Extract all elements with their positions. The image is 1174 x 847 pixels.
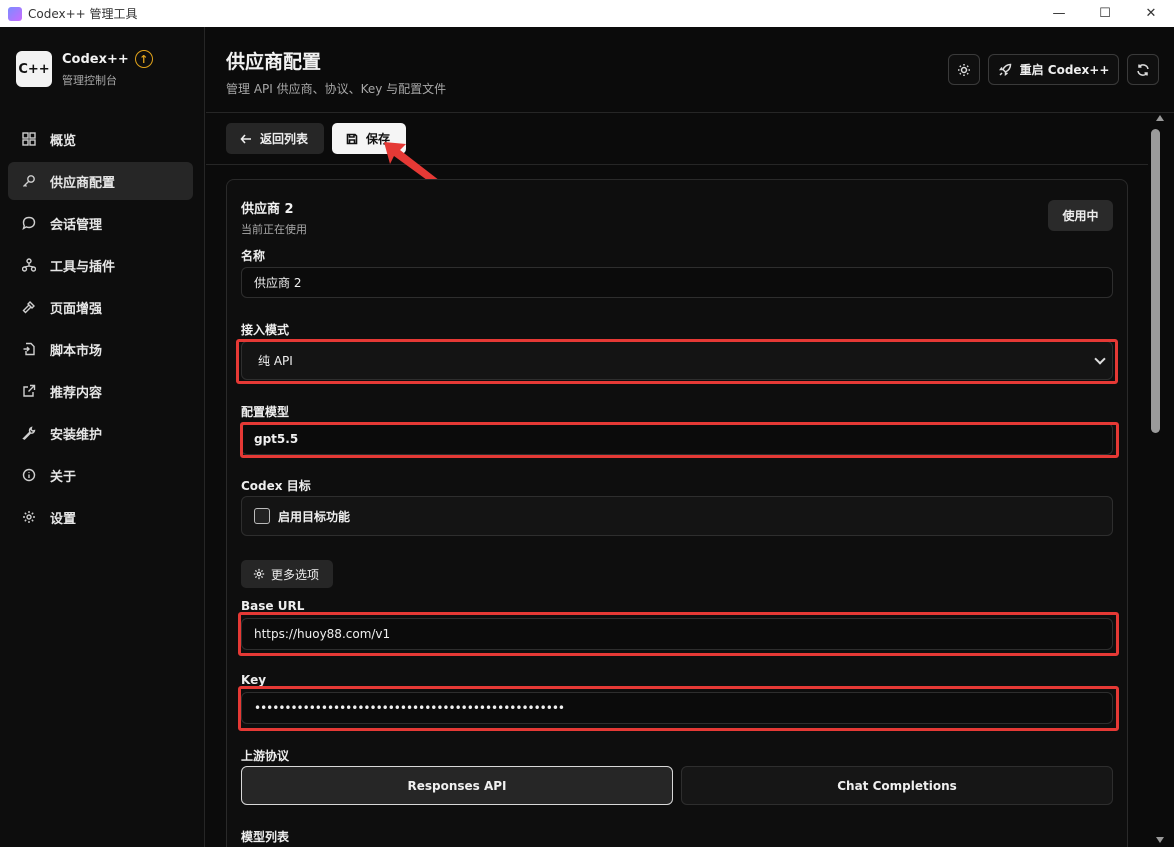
scroll-up-arrow[interactable]	[1156, 115, 1164, 121]
sidebar-nav: 概览 供应商配置 会话管理 工具与插件 页面增强 脚本市场 推荐内容 安装维护	[8, 120, 193, 540]
model-list-label: 模型列表	[241, 830, 290, 844]
chat-icon	[22, 216, 36, 230]
back-button-label: 返回列表	[260, 132, 309, 146]
page-title: 供应商配置	[226, 51, 322, 73]
minimize-button[interactable]: —	[1036, 0, 1082, 27]
codex-target-label: Codex 目标	[241, 479, 311, 493]
sidebar-item-label: 推荐内容	[50, 385, 103, 401]
sidebar-item-sessions[interactable]: 会话管理	[8, 204, 193, 242]
theme-toggle-button[interactable]	[948, 54, 980, 85]
key-icon	[23, 175, 35, 187]
external-link-icon	[23, 384, 36, 397]
brand-text: Codex++ ↑ 管理控制台	[62, 50, 153, 88]
restart-button[interactable]: 重启 Codex++	[988, 54, 1119, 85]
annotation-highlight-base-url	[238, 612, 1119, 656]
sidebar-item-tools-plugins[interactable]: 工具与插件	[8, 246, 193, 284]
hammer-icon	[22, 301, 35, 314]
save-icon	[346, 133, 358, 144]
scroll-down-arrow[interactable]	[1156, 837, 1164, 843]
scrollbar-thumb[interactable]	[1151, 129, 1160, 433]
model-label: 配置模型	[241, 405, 290, 419]
sidebar-item-overview[interactable]: 概览	[8, 120, 193, 158]
base-url-label: Base URL	[241, 599, 305, 613]
key-label: Key	[241, 673, 267, 687]
provider-card: 供应商 2 当前正在使用 使用中 名称 供应商 2 接入模式 纯 API 配置模…	[226, 179, 1128, 847]
restart-button-label: 重启 Codex++	[1019, 63, 1110, 77]
sidebar-item-page-enhance[interactable]: 页面增强	[8, 288, 193, 326]
target-checkbox-label: 启用目标功能	[278, 509, 351, 524]
sidebar-item-label: 会话管理	[50, 217, 103, 233]
sidebar-item-label: 关于	[50, 469, 77, 485]
upstream-protocol-label: 上游协议	[241, 749, 290, 763]
app-icon	[8, 6, 22, 21]
window-controls: — ☐ ✕	[1036, 0, 1174, 27]
window-titlebar: Codex++ 管理工具 — ☐ ✕	[0, 0, 1174, 27]
annotation-highlight-access-mode	[236, 339, 1118, 384]
sidebar-item-label: 供应商配置	[50, 175, 116, 191]
network-icon	[22, 258, 36, 272]
sidebar-item-label: 设置	[50, 511, 77, 527]
upgrade-icon[interactable]: ↑	[134, 50, 153, 68]
sun-icon	[958, 63, 970, 76]
brand: C++ Codex++ ↑ 管理控制台	[16, 50, 153, 88]
annotation-highlight-key	[238, 686, 1119, 731]
sidebar-item-provider-config[interactable]: 供应商配置	[8, 162, 193, 200]
more-options-button[interactable]: 更多选项	[241, 560, 333, 588]
sidebar-item-install-maintain[interactable]: 安装维护	[8, 414, 193, 452]
file-import-icon	[23, 342, 35, 356]
info-icon	[22, 468, 36, 482]
brand-name: Codex++	[62, 51, 129, 67]
gear-icon	[23, 511, 35, 523]
brand-subtitle: 管理控制台	[62, 74, 117, 87]
scrollbar[interactable]	[1148, 113, 1174, 847]
wrench-icon	[22, 426, 36, 440]
page-header: 供应商配置 管理 API 供应商、协议、Key 与配置文件 重启 Codex++	[206, 27, 1174, 113]
sidebar-item-label: 工具与插件	[50, 259, 116, 275]
access-mode-label: 接入模式	[241, 323, 290, 337]
close-button[interactable]: ✕	[1128, 0, 1174, 27]
gear-icon	[253, 568, 265, 580]
app-logo: C++	[16, 51, 52, 87]
target-checkbox[interactable]	[254, 508, 270, 524]
sidebar-item-about[interactable]: 关于	[8, 456, 193, 494]
more-options-label: 更多选项	[271, 567, 320, 582]
maximize-button[interactable]: ☐	[1082, 0, 1128, 27]
sidebar-item-label: 安装维护	[50, 427, 103, 443]
page-subtitle: 管理 API 供应商、协议、Key 与配置文件	[226, 82, 447, 96]
sidebar-item-script-market[interactable]: 脚本市场	[8, 330, 193, 368]
editor-toolbar: 返回列表 保存	[206, 113, 1148, 165]
refresh-icon	[1137, 63, 1149, 76]
in-use-button[interactable]: 使用中	[1048, 200, 1113, 231]
provider-title: 供应商 2	[241, 202, 294, 217]
annotation-highlight-model	[240, 422, 1119, 458]
window-title: Codex++ 管理工具	[28, 7, 138, 21]
name-label: 名称	[241, 249, 266, 263]
target-toggle-row[interactable]: 启用目标功能	[241, 496, 1113, 536]
sidebar-item-label: 脚本市场	[50, 343, 103, 359]
rocket-icon	[998, 63, 1011, 76]
sidebar-item-settings[interactable]: 设置	[8, 498, 193, 536]
sidebar: C++ Codex++ ↑ 管理控制台 概览 供应商配置 会话管理 工具与插件	[0, 27, 205, 847]
sidebar-item-recommended[interactable]: 推荐内容	[8, 372, 193, 410]
brand-name-row: Codex++ ↑	[62, 50, 153, 68]
refresh-button[interactable]	[1127, 54, 1159, 85]
protocol-option-responses-api[interactable]: Responses API	[241, 766, 673, 805]
grid-icon	[22, 132, 36, 146]
arrow-left-icon	[240, 133, 251, 144]
provider-status-text: 当前正在使用	[241, 223, 307, 236]
back-to-list-button[interactable]: 返回列表	[226, 123, 324, 154]
sidebar-item-label: 概览	[50, 133, 77, 149]
name-input[interactable]: 供应商 2	[241, 267, 1113, 298]
sidebar-item-label: 页面增强	[50, 301, 103, 317]
protocol-option-chat-completions[interactable]: Chat Completions	[681, 766, 1113, 805]
